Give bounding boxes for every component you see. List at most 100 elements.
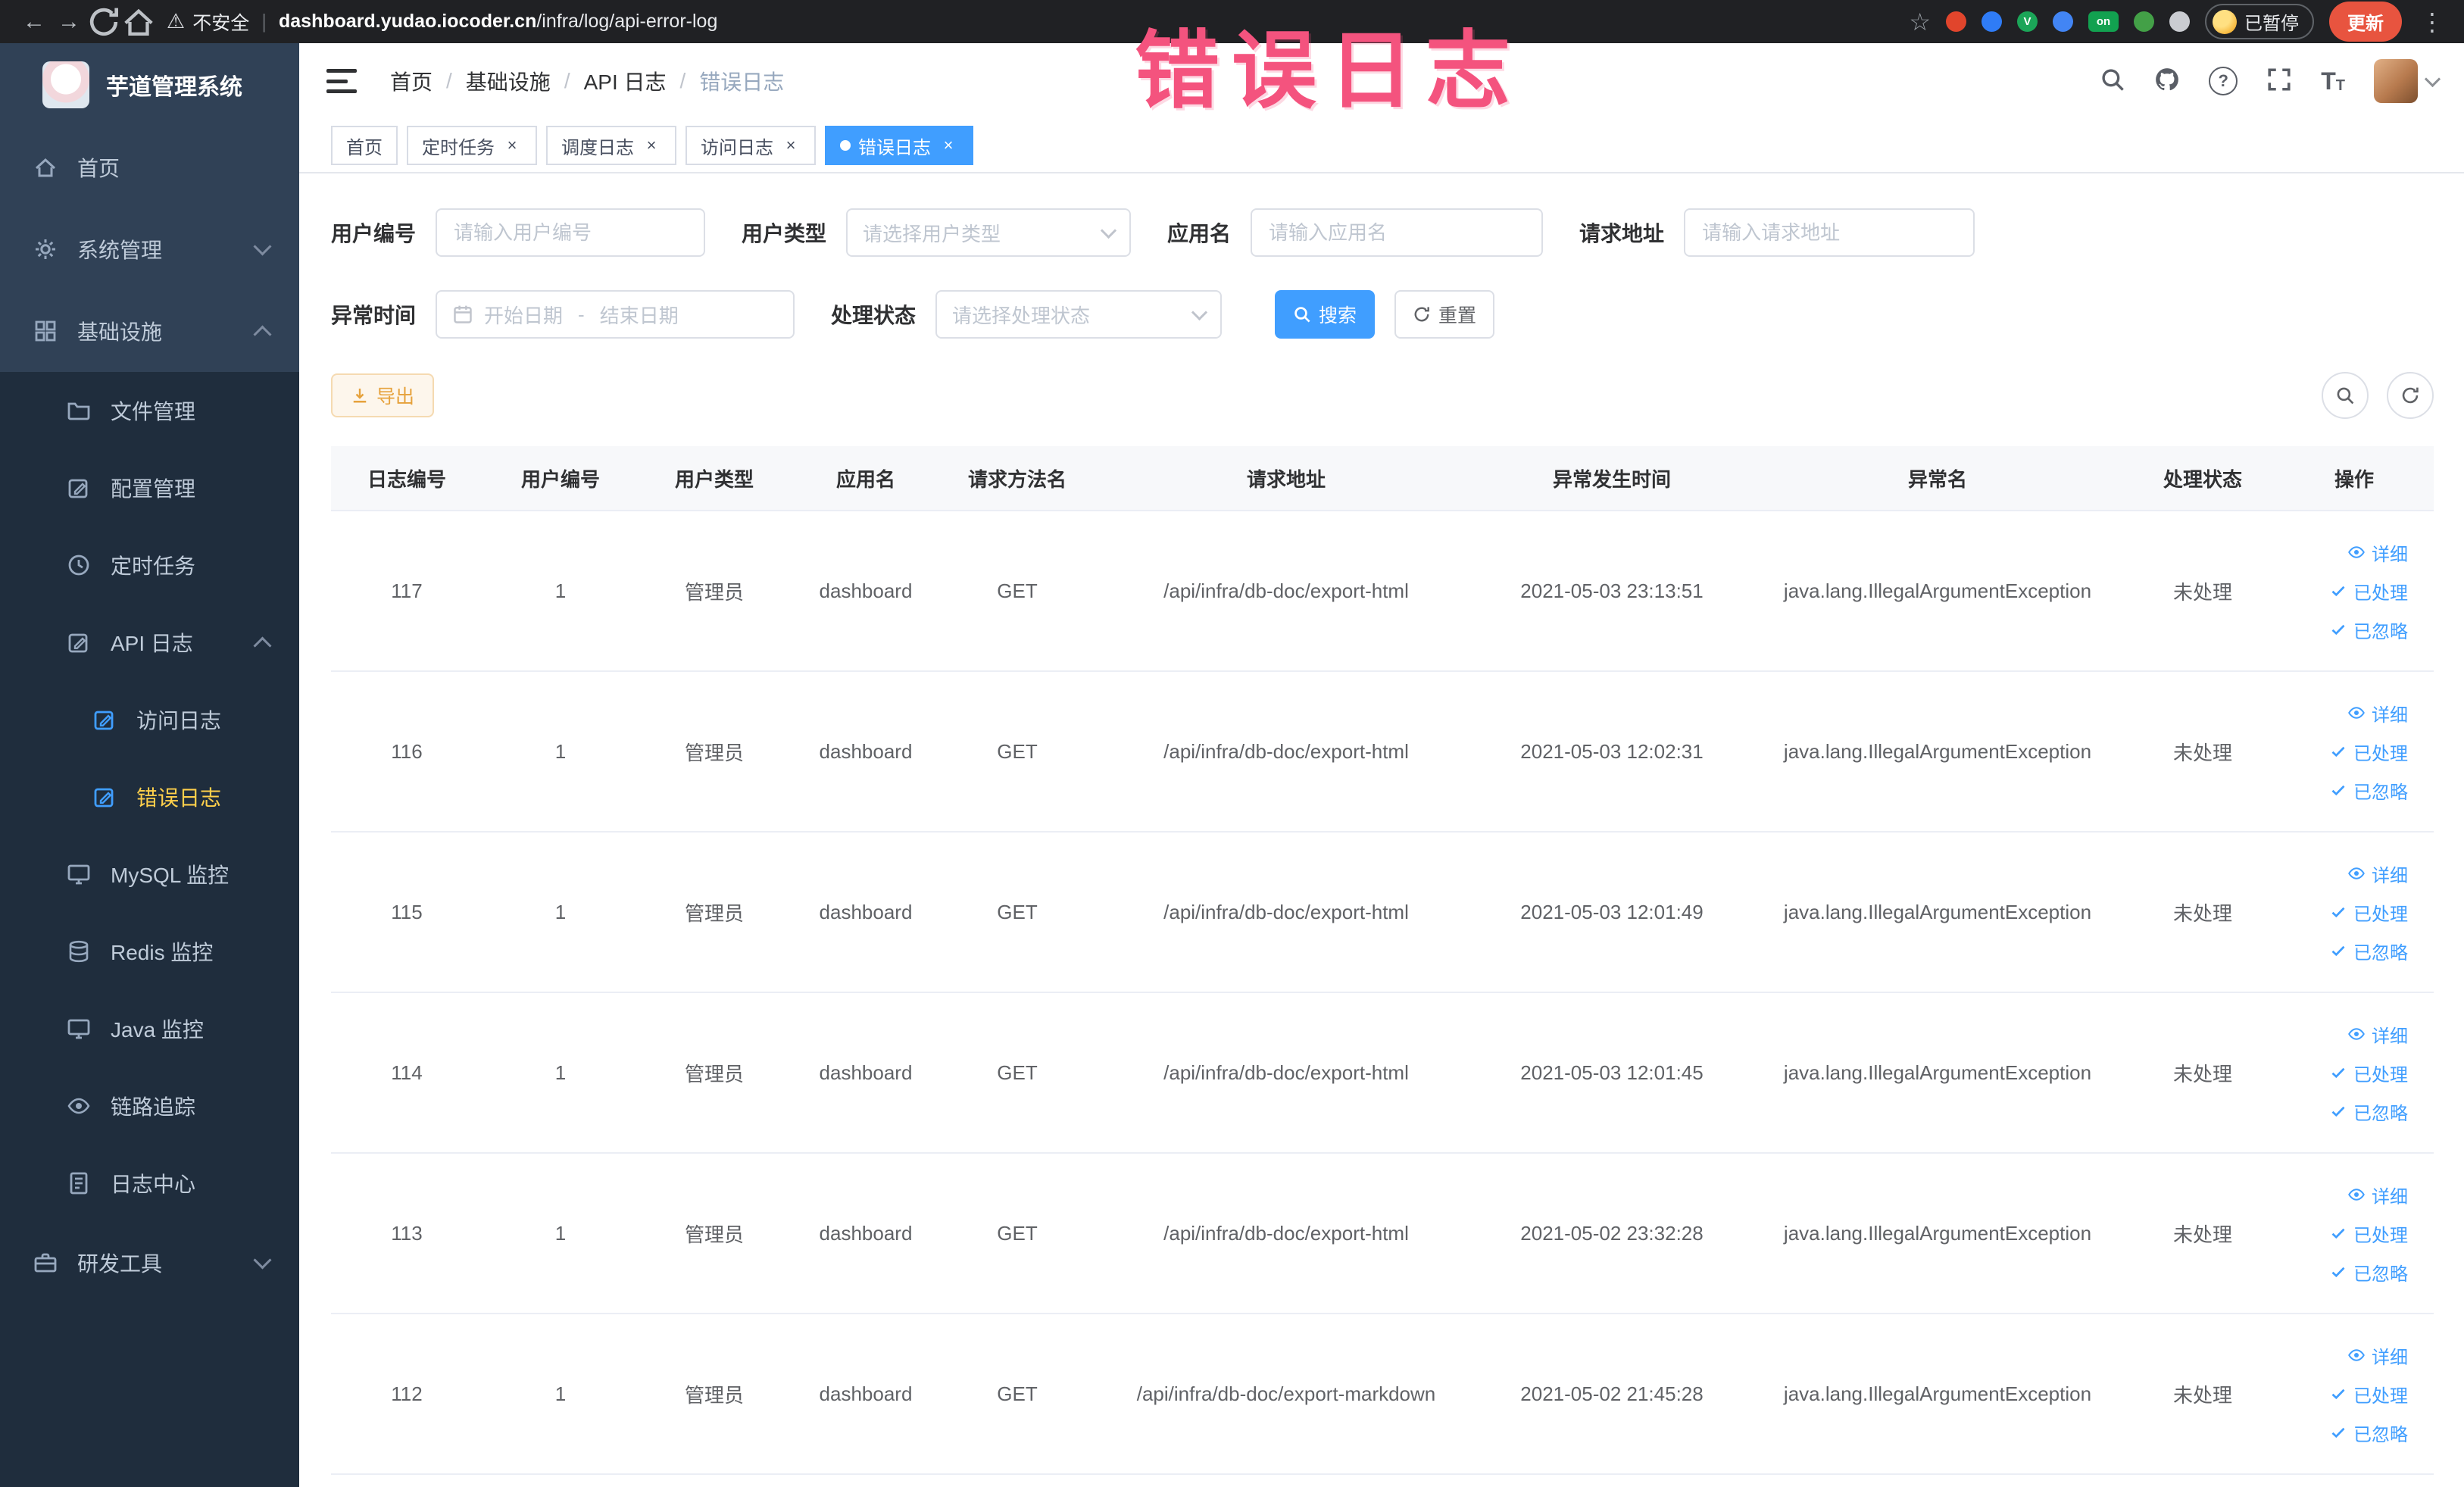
close-icon[interactable]: ×: [781, 136, 801, 155]
request-url-field[interactable]: [1700, 220, 1959, 245]
mark-ignored-link[interactable]: 已忽略: [2329, 617, 2408, 643]
extension-green-leaf[interactable]: [2134, 11, 2154, 32]
forward-icon[interactable]: →: [52, 5, 86, 39]
tab-home[interactable]: 首页: [331, 126, 398, 165]
sidebar-item-file-manage[interactable]: 文件管理: [0, 372, 299, 449]
app-logo[interactable]: 芋道管理系统: [0, 43, 299, 127]
security-status[interactable]: ⚠ 不安全: [167, 8, 249, 36]
tab-error-log[interactable]: 错误日志 ×: [825, 126, 973, 165]
sidebar-item-link-trace[interactable]: 链路追踪: [0, 1067, 299, 1145]
mark-ignored-link[interactable]: 已忽略: [2329, 1420, 2408, 1446]
update-button[interactable]: 更新: [2329, 2, 2402, 42]
sidebar-item-config-manage[interactable]: 配置管理: [0, 449, 299, 526]
extension-blue-grid[interactable]: [2053, 11, 2073, 32]
app-name-field[interactable]: [1267, 220, 1527, 245]
cell-actions: 详细已处理已忽略: [2275, 511, 2434, 672]
detail-link[interactable]: 详细: [2347, 1182, 2408, 1208]
detail-link[interactable]: 详细: [2347, 861, 2408, 887]
breadcrumb-home[interactable]: 首页: [390, 66, 433, 96]
detail-link-label: 详细: [2372, 1026, 2408, 1047]
sidebar-item-scheduled-job[interactable]: 定时任务: [0, 526, 299, 604]
address-bar[interactable]: ⚠ 不安全 | dashboard.yudao.iocoder.cn/infra…: [167, 8, 1909, 36]
search-button[interactable]: 搜索: [1275, 290, 1376, 339]
mark-processed-link[interactable]: 已处理: [2329, 1060, 2408, 1086]
breadcrumb-infra[interactable]: 基础设施: [466, 66, 551, 96]
sidebar-item-redis-monitor[interactable]: Redis 监控: [0, 913, 299, 990]
filter-app-name: 应用名: [1167, 208, 1544, 257]
mark-processed-link[interactable]: 已处理: [2329, 1220, 2408, 1247]
tab-label: 定时任务: [422, 137, 495, 158]
font-size-icon[interactable]: TT: [2321, 69, 2345, 93]
bookmark-star-icon[interactable]: ☆: [1909, 8, 1931, 36]
col-log-id: 日志编号: [331, 446, 482, 511]
export-button[interactable]: 导出: [331, 373, 435, 417]
mark-ignored-link[interactable]: 已忽略: [2329, 777, 2408, 804]
reload-icon[interactable]: [86, 5, 121, 39]
date-range-picker[interactable]: 开始日期 - 结束日期: [436, 290, 795, 339]
sidebar-item-api-log[interactable]: API 日志: [0, 604, 299, 681]
close-icon[interactable]: ×: [642, 136, 661, 155]
request-url-input[interactable]: [1684, 208, 1975, 257]
extension-green-v[interactable]: V: [2017, 11, 2038, 32]
detail-link[interactable]: 详细: [2347, 539, 2408, 566]
detail-link[interactable]: 详细: [2347, 1021, 2408, 1048]
mark-ignored-link[interactable]: 已忽略: [2329, 1098, 2408, 1125]
breadcrumb-api-log[interactable]: API 日志: [584, 66, 667, 96]
process-status-select[interactable]: 请选择处理状态: [935, 290, 1223, 339]
url-text[interactable]: dashboard.yudao.iocoder.cn/infra/log/api…: [279, 11, 717, 33]
breadcrumb-current: 错误日志: [699, 70, 785, 94]
browser-menu-icon[interactable]: ⋮: [2417, 8, 2447, 36]
github-icon[interactable]: [2154, 67, 2180, 96]
sidebar-item-mysql-monitor[interactable]: MySQL 监控: [0, 836, 299, 913]
extension-blue-dot[interactable]: [1982, 11, 2002, 32]
sidebar-item-home[interactable]: 首页: [0, 127, 299, 208]
tab-dispatch-log[interactable]: 调度日志 ×: [546, 126, 676, 165]
mark-ignored-link[interactable]: 已忽略: [2329, 938, 2408, 964]
eye-icon: [65, 1092, 92, 1120]
mark-processed-link[interactable]: 已处理: [2329, 739, 2408, 765]
extension-gray-paw[interactable]: [2169, 11, 2190, 32]
gear-icon: [32, 236, 59, 263]
back-icon[interactable]: ←: [17, 5, 52, 39]
sidebar-item-infra[interactable]: 基础设施: [0, 290, 299, 372]
fullscreen-icon[interactable]: [2266, 67, 2292, 96]
user-id-input[interactable]: [436, 208, 706, 257]
sidebar-item-error-log[interactable]: 错误日志: [0, 758, 299, 836]
refresh-button[interactable]: [2387, 372, 2434, 419]
cell-status: 未处理: [2131, 511, 2275, 672]
help-icon[interactable]: ?: [2209, 67, 2238, 95]
detail-link[interactable]: 详细: [2347, 700, 2408, 726]
detail-link[interactable]: 详细: [2347, 1342, 2408, 1369]
avatar[interactable]: [2374, 59, 2418, 103]
close-icon[interactable]: ×: [938, 136, 958, 155]
sidebar-item-log-center[interactable]: 日志中心: [0, 1145, 299, 1222]
hamburger-icon[interactable]: [326, 69, 357, 93]
extension-on-badge[interactable]: on: [2088, 11, 2119, 32]
search-toggle-button[interactable]: [2322, 372, 2369, 419]
mark-ignored-link[interactable]: 已忽略: [2329, 1259, 2408, 1286]
mark-processed-link[interactable]: 已处理: [2329, 899, 2408, 926]
user-id-field[interactable]: [452, 220, 689, 245]
search-icon[interactable]: [2100, 67, 2125, 96]
warning-icon: ⚠: [167, 10, 186, 33]
sidebar-item-system[interactable]: 系统管理: [0, 208, 299, 290]
sidebar-item-dev-tools[interactable]: 研发工具: [0, 1222, 299, 1304]
sidebar-item-label: 链路追踪: [111, 1095, 196, 1119]
app-name-input[interactable]: [1251, 208, 1544, 257]
tab-scheduled-job[interactable]: 定时任务 ×: [407, 126, 537, 165]
user-menu[interactable]: [2374, 59, 2441, 103]
breadcrumb: 首页 / 基础设施 / API 日志 / 错误日志: [390, 66, 784, 96]
database-icon: [65, 938, 92, 965]
sidebar-item-java-monitor[interactable]: Java 监控: [0, 990, 299, 1067]
extension-red-dot[interactable]: [1946, 11, 1966, 32]
mark-processed-link[interactable]: 已处理: [2329, 1381, 2408, 1407]
paused-button[interactable]: 已暂停: [2205, 4, 2314, 39]
sidebar-item-access-log[interactable]: 访问日志: [0, 681, 299, 758]
mark-processed-link[interactable]: 已处理: [2329, 578, 2408, 604]
tab-access-log[interactable]: 访问日志 ×: [685, 126, 816, 165]
close-icon[interactable]: ×: [502, 136, 522, 155]
reset-button[interactable]: 重置: [1394, 290, 1495, 339]
home-icon[interactable]: [121, 5, 156, 39]
mark-ignored-label: 已忽略: [2353, 1424, 2408, 1445]
user-type-select[interactable]: 请选择用户类型: [846, 208, 1132, 257]
